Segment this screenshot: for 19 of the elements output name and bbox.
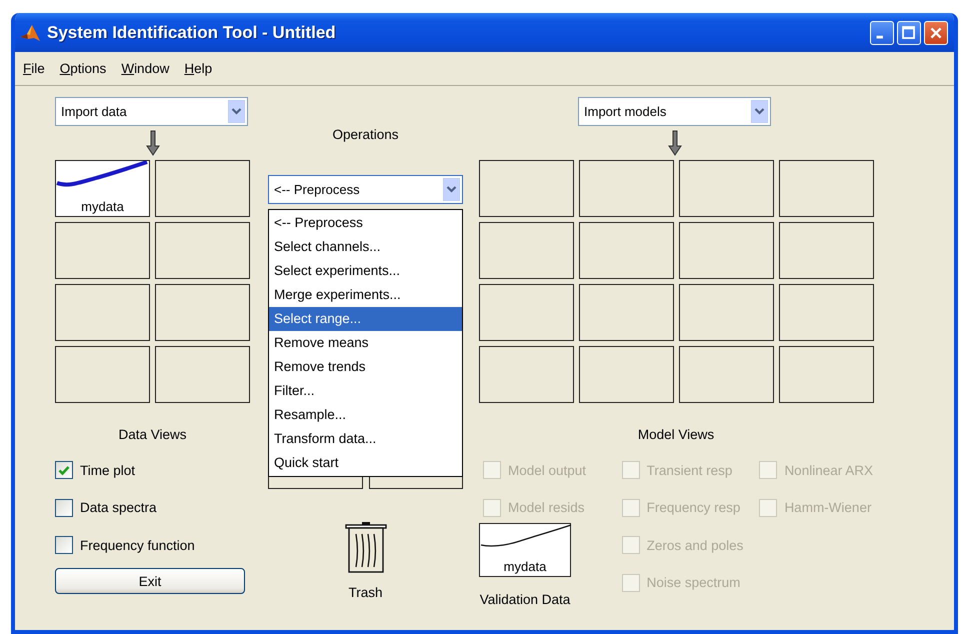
dataset-label: mydata (80, 199, 125, 214)
section-label: Operations (331, 127, 400, 143)
checkbox-label: Hamm-Wiener (784, 500, 872, 515)
checkbox-label: Frequency resp (646, 500, 740, 515)
window-title: System Identification Tool - Untitled (47, 22, 337, 42)
checkbox-label: Frequency function (80, 538, 195, 552)
checkbox-label: Nonlinear ARX (784, 462, 873, 478)
validation-label: Validation Data (480, 592, 570, 608)
checkbox-label: Zeros and poles (646, 538, 744, 552)
section-label: Model Views (636, 427, 716, 443)
checkbox-label: Data spectra (80, 500, 157, 515)
checkbox-label: Noise spectrum (646, 575, 740, 590)
checkbox-label: Transient resp (646, 462, 732, 478)
checkbox-label: Model resids (508, 500, 585, 515)
section-label: Data Views (117, 427, 188, 443)
dataset-label: mydata (502, 559, 548, 574)
checkbox-label: Model output (508, 462, 586, 478)
checkbox-label: Time plot (80, 462, 136, 478)
trash-label: Trash (348, 585, 382, 601)
